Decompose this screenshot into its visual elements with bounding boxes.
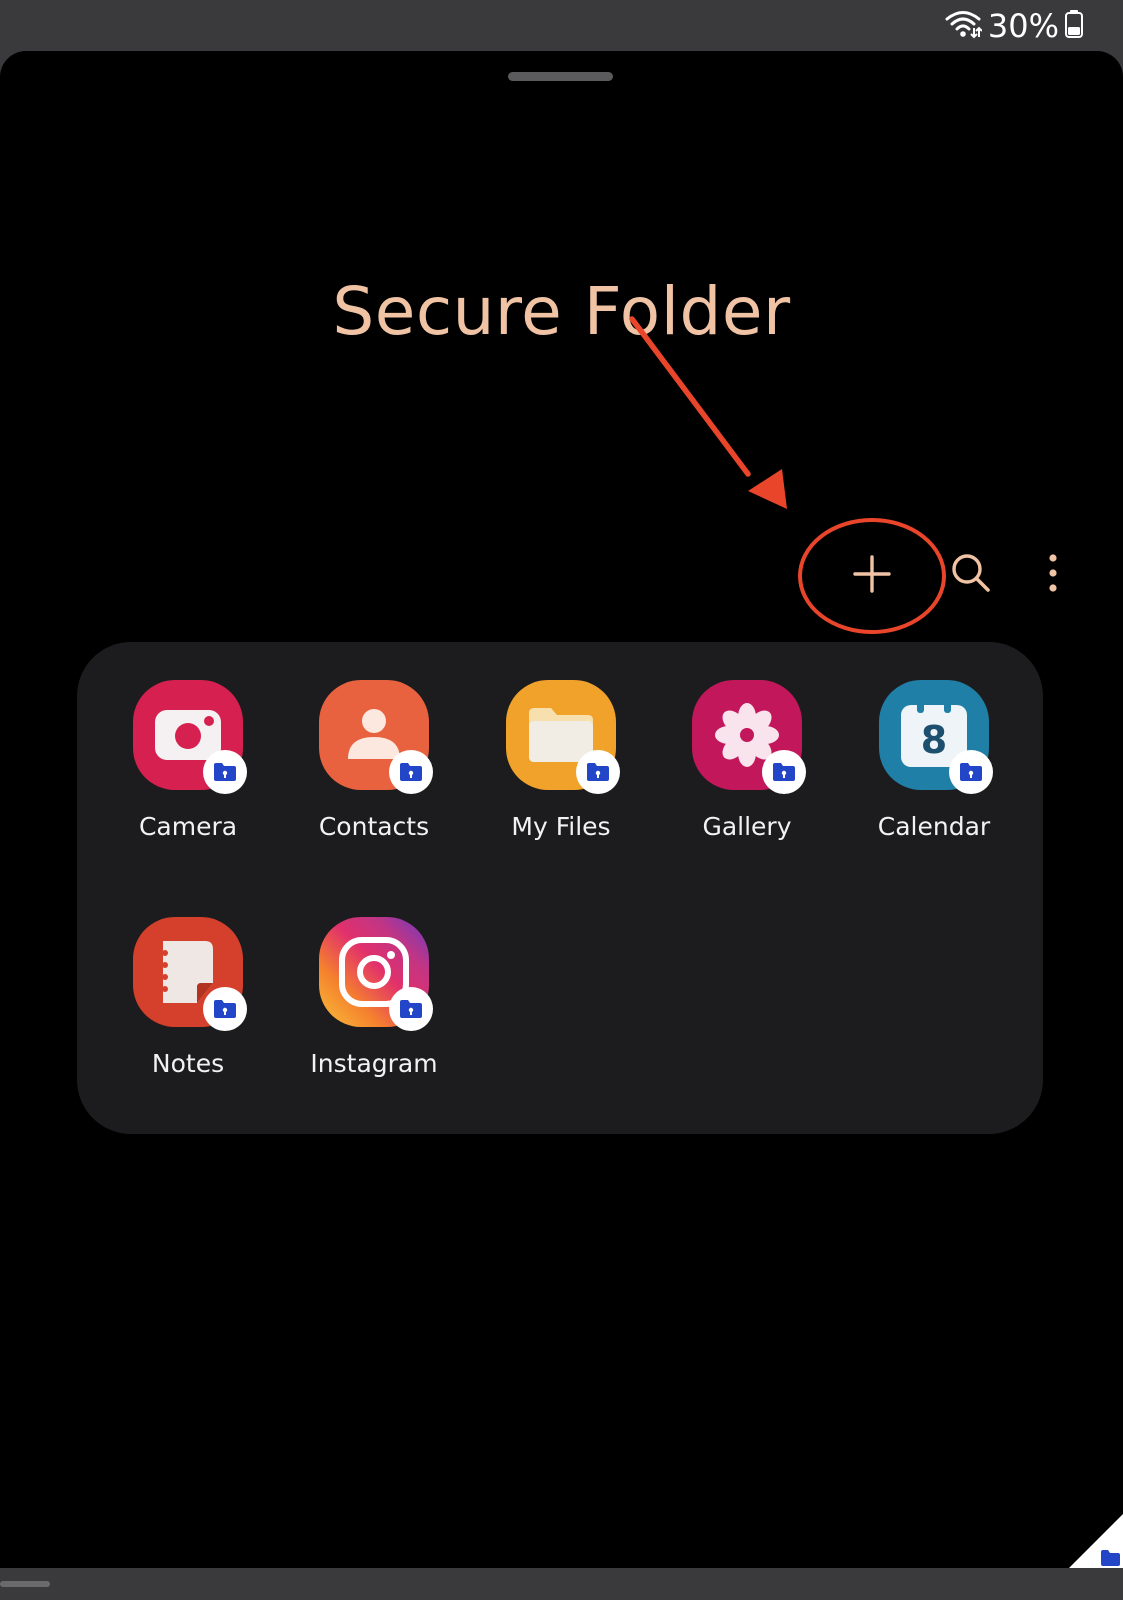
battery-icon [1065, 10, 1083, 42]
secure-folder-badge-icon [949, 750, 993, 794]
more-vertical-icon [1048, 554, 1058, 596]
app-label: Camera [138, 812, 238, 841]
app-contacts[interactable]: Contacts [284, 680, 464, 870]
add-apps-button[interactable] [832, 536, 912, 616]
secure-folder-badge-icon [389, 987, 433, 1031]
app-label: Calendar [877, 812, 991, 841]
secure-folder-screen: Secure Folder Camera Contacts My Files G… [0, 51, 1123, 1568]
secure-folder-badge-icon [203, 750, 247, 794]
page-title: Secure Folder [332, 273, 791, 350]
drag-handle[interactable] [508, 72, 613, 81]
apps-panel: Camera Contacts My Files Gallery 8 Calen… [77, 642, 1043, 1134]
app-my-files[interactable]: My Files [471, 680, 651, 870]
secure-folder-badge-icon [576, 750, 620, 794]
annotation-arrowhead [748, 469, 787, 509]
app-label: Notes [151, 1049, 225, 1078]
app-notes[interactable]: Notes [98, 917, 278, 1107]
app-label: My Files [511, 812, 611, 841]
app-label: Instagram [310, 1049, 438, 1078]
taskbar-handle[interactable] [0, 1581, 50, 1587]
plus-icon [852, 554, 892, 598]
secure-folder-badge-icon [762, 750, 806, 794]
more-options-button[interactable] [1025, 539, 1081, 611]
battery-percent: 30% [987, 7, 1059, 45]
status-bar: 30% [0, 0, 1123, 50]
app-calendar[interactable]: 8 Calendar [844, 680, 1024, 870]
secure-folder-badge-icon [389, 750, 433, 794]
search-button[interactable] [935, 539, 1007, 611]
navigation-bar [0, 1568, 1123, 1600]
status-indicators: 30% [944, 6, 1083, 46]
secure-folder-corner-shortcut[interactable] [1069, 1514, 1123, 1568]
app-instagram[interactable]: Instagram [284, 917, 464, 1107]
wifi-icon [944, 9, 983, 43]
app-label: Gallery [702, 812, 792, 841]
search-icon [950, 552, 992, 598]
app-label: Contacts [318, 812, 430, 841]
app-gallery[interactable]: Gallery [657, 680, 837, 870]
secure-folder-badge-icon [203, 987, 247, 1031]
app-camera[interactable]: Camera [98, 680, 278, 870]
